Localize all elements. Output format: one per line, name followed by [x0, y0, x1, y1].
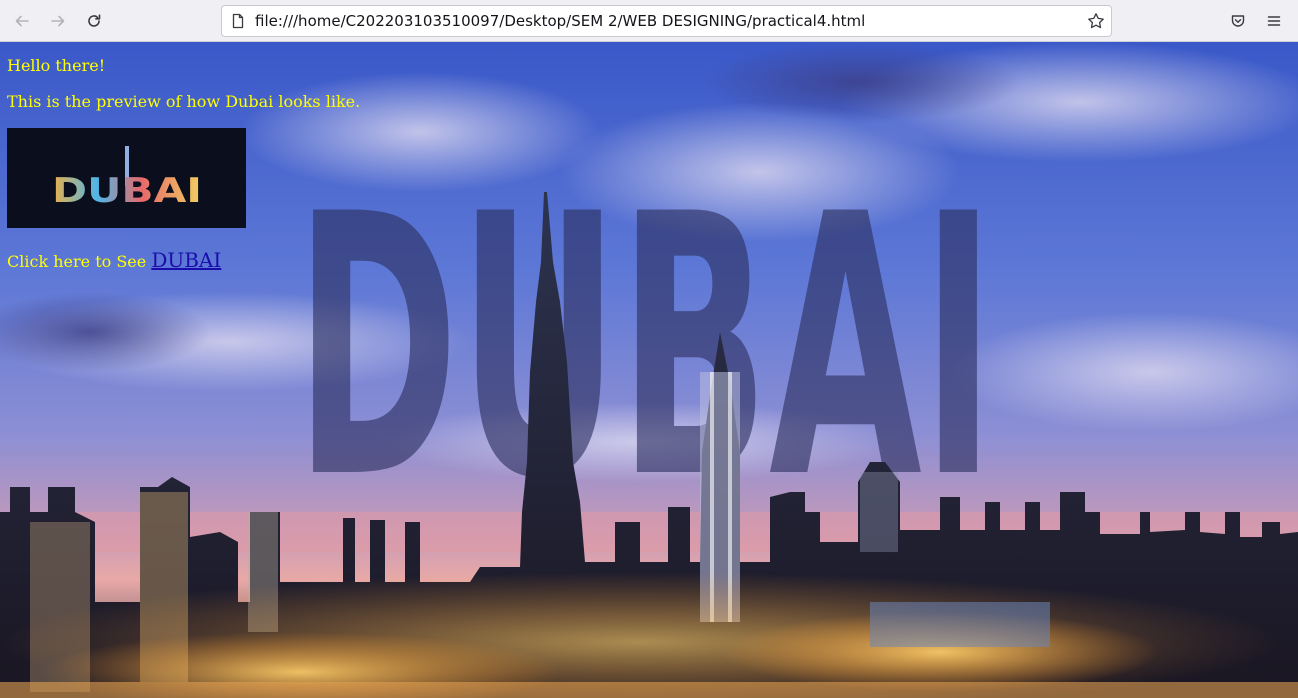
- dubai-thumbnail-art: DUBAI: [7, 128, 246, 228]
- thumbnail-dubai-text: DUBAI: [52, 171, 202, 211]
- link-line: Click here to See DUBAI: [7, 248, 221, 272]
- pocket-button[interactable]: [1224, 7, 1252, 35]
- page-viewport: DUBAI Hello there! This is the preview o…: [0, 42, 1298, 698]
- reload-button[interactable]: [80, 7, 108, 35]
- greeting-text: Hello there!: [7, 56, 106, 75]
- hamburger-menu-icon: [1267, 16, 1281, 26]
- dubai-link[interactable]: DUBAI: [151, 248, 221, 272]
- reload-icon: [88, 14, 101, 27]
- preview-text: This is the preview of how Dubai looks l…: [7, 92, 361, 111]
- url-text[interactable]: file:///home/C202203103510097/Desktop/SE…: [255, 12, 865, 30]
- address-bar[interactable]: file:///home/C202203103510097/Desktop/SE…: [221, 5, 1112, 37]
- arrow-left-icon: [15, 15, 29, 27]
- arrow-right-icon: [51, 15, 65, 27]
- menu-button[interactable]: [1260, 7, 1288, 35]
- link-prefix-text: Click here to See: [7, 252, 152, 271]
- back-button[interactable]: [8, 7, 36, 35]
- dubai-thumbnail-image: DUBAI: [7, 128, 246, 228]
- page-icon: [232, 13, 244, 29]
- browser-toolbar: file:///home/C202203103510097/Desktop/SE…: [0, 0, 1298, 42]
- pocket-icon: [1231, 15, 1245, 27]
- forward-button[interactable]: [44, 7, 72, 35]
- star-icon[interactable]: [1087, 12, 1105, 30]
